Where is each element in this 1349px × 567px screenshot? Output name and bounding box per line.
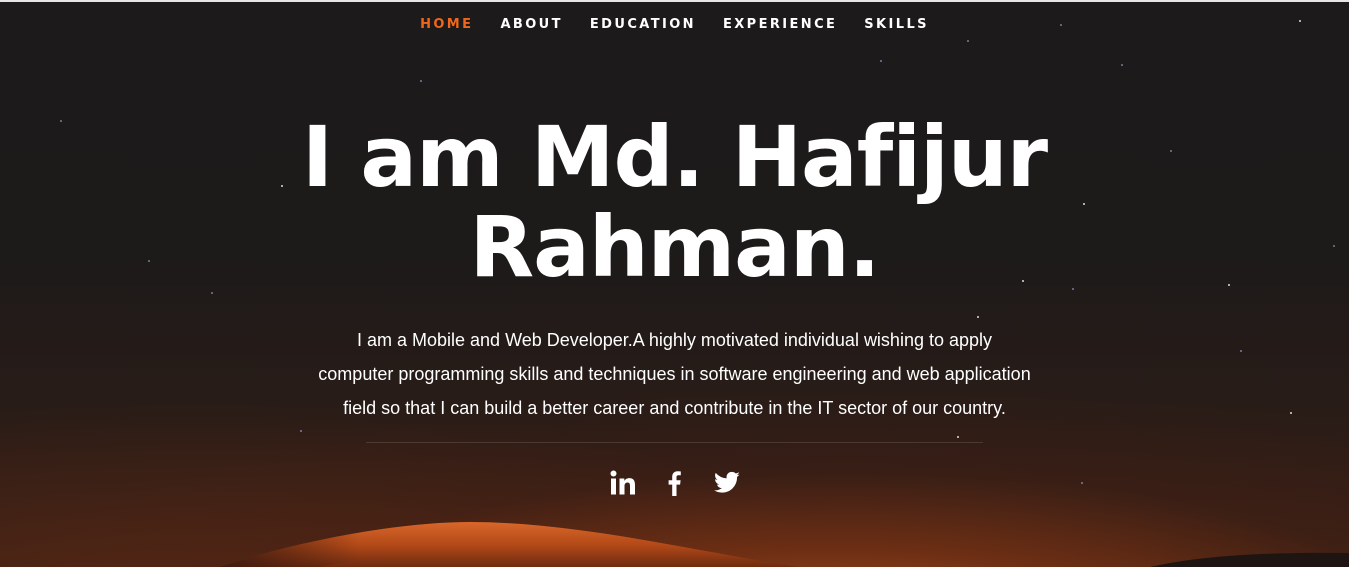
nav-item-experience[interactable]: EXPERIENCE [709, 16, 850, 34]
facebook-link[interactable] [660, 468, 690, 498]
nav-item-home[interactable]: HOME [407, 16, 487, 34]
linkedin-icon [610, 470, 635, 495]
title-line-1: I am Md. Hafijur [301, 108, 1048, 206]
hero-section: HOME ABOUT EDUCATION EXPERIENCE SKILLS I… [0, 0, 1349, 567]
linkedin-link[interactable] [608, 468, 638, 498]
twitter-icon [713, 471, 740, 493]
page-title: I am Md. Hafijur Rahman. [0, 112, 1349, 292]
nav-item-skills[interactable]: SKILLS [851, 16, 943, 34]
facebook-icon [668, 471, 681, 496]
twitter-link[interactable] [712, 468, 742, 498]
main-navigation: HOME ABOUT EDUCATION EXPERIENCE SKILLS [0, 16, 1349, 34]
intro-line-2: computer programming skills and techniqu… [318, 364, 1031, 384]
intro-text: I am a Mobile and Web Developer.A highly… [300, 323, 1049, 425]
intro-line-3: field so that I can build a better caree… [343, 398, 1006, 418]
social-links [0, 468, 1349, 498]
title-line-2: Rahman. [469, 198, 880, 296]
divider [366, 442, 983, 443]
nav-item-education[interactable]: EDUCATION [576, 16, 709, 34]
nav-item-about[interactable]: ABOUT [487, 16, 576, 34]
intro-line-1: I am a Mobile and Web Developer.A highly… [356, 330, 993, 350]
